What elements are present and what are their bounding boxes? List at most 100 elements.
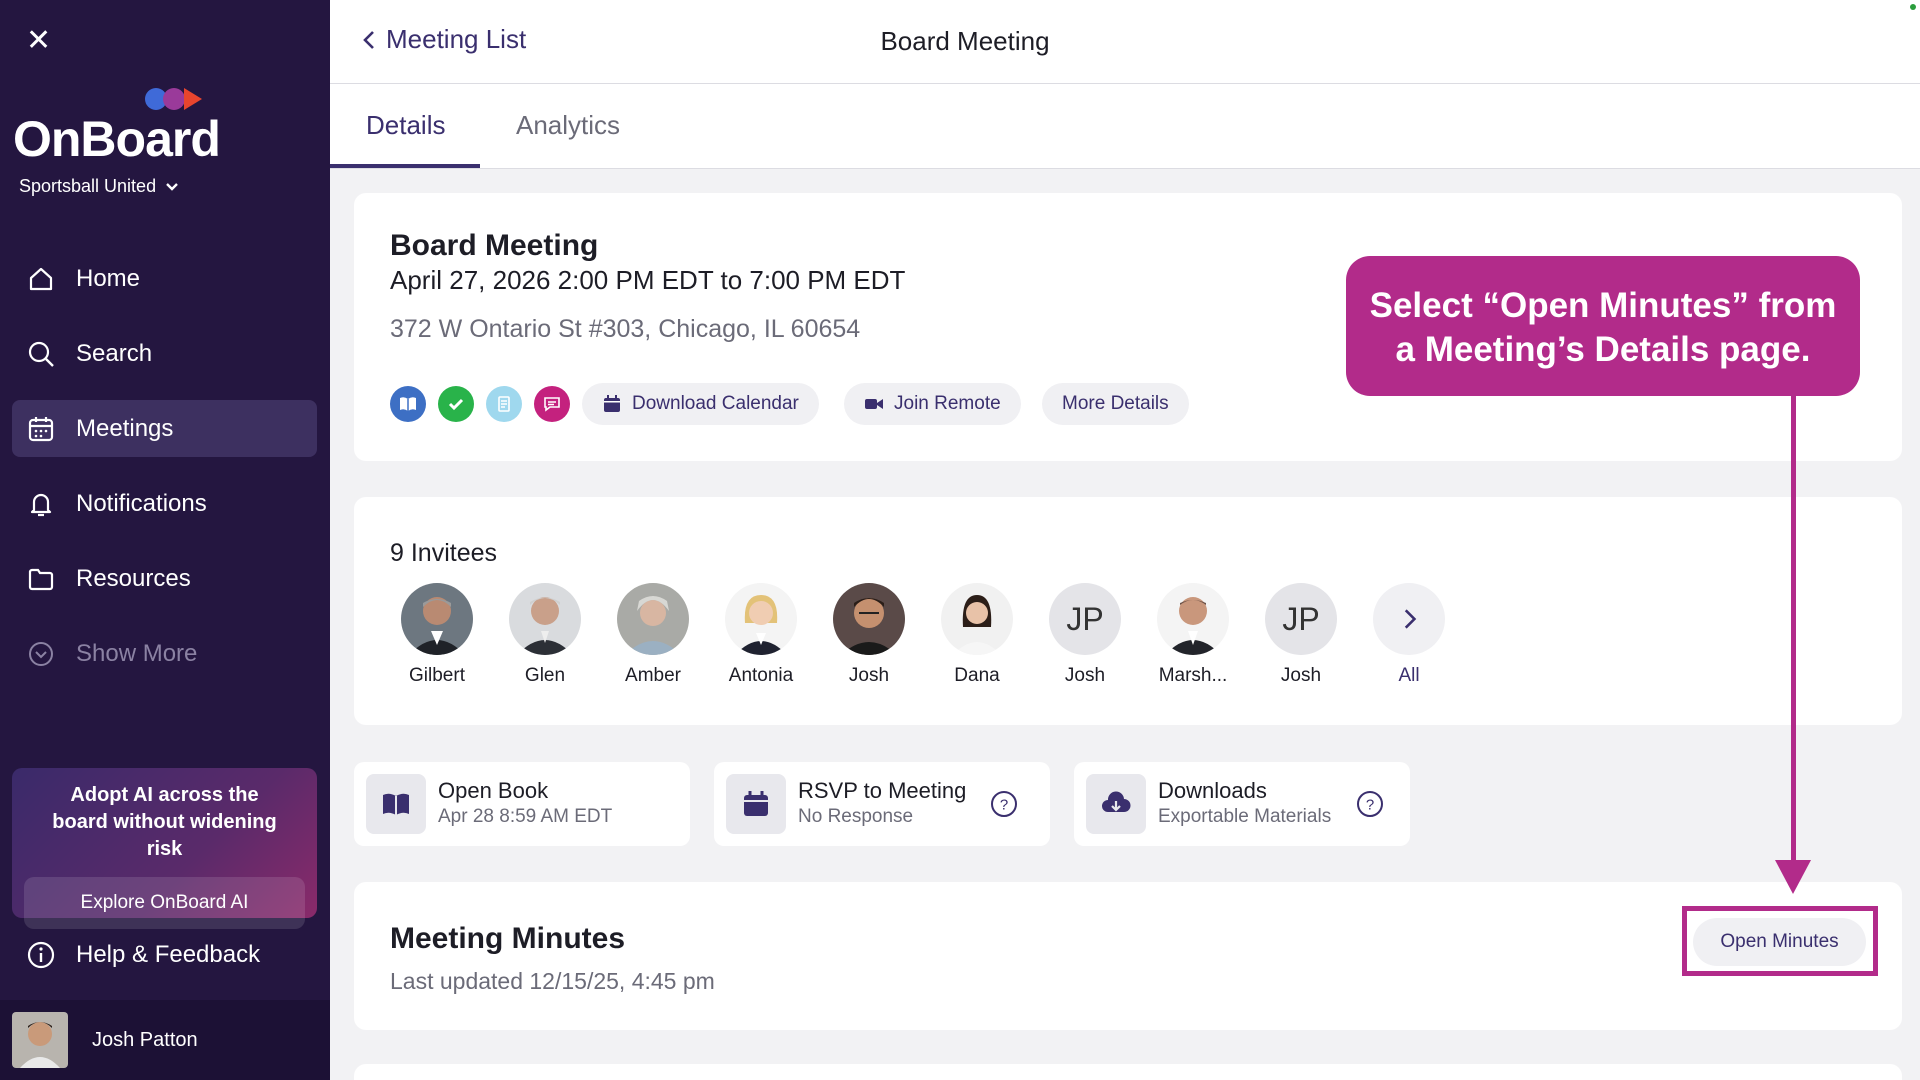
- invitee-name: Dana: [954, 665, 1000, 686]
- invitee-name: Gilbert: [409, 665, 465, 686]
- join-remote-label: Join Remote: [894, 393, 1001, 414]
- ai-promo-card: Adopt AI across the board without wideni…: [12, 768, 317, 929]
- sidebar-item-resources[interactable]: Resources: [12, 550, 317, 607]
- rsvp-card[interactable]: RSVP to Meeting No Response ?: [714, 762, 1050, 846]
- help-feedback-link[interactable]: Help & Feedback: [26, 940, 260, 970]
- help-question-icon[interactable]: ?: [1356, 790, 1384, 818]
- home-icon: [29, 267, 53, 290]
- invitee-glen[interactable]: Glen: [500, 583, 590, 687]
- active-tab-indicator: [330, 164, 480, 168]
- callout-line-2: a Meeting’s Details page.: [1395, 330, 1811, 369]
- invitee-josh[interactable]: Josh: [824, 583, 914, 687]
- meeting-minutes-card: Meeting Minutes Last updated 12/15/25, 4…: [354, 882, 1902, 1030]
- user-profile[interactable]: Josh Patton: [0, 1000, 330, 1080]
- avatar-initials: JP: [1049, 583, 1121, 655]
- sidebar-item-home[interactable]: Home: [12, 250, 317, 307]
- callout-arrow-head: [1775, 860, 1811, 894]
- invitees-all-button[interactable]: All: [1364, 583, 1454, 687]
- avatar: [401, 583, 473, 655]
- invitee-antonia[interactable]: Antonia: [716, 583, 806, 687]
- folder-icon: [28, 568, 54, 590]
- sidebar-item-meetings[interactable]: Meetings: [12, 400, 317, 457]
- avatar: [12, 1012, 68, 1068]
- org-name: Sportsball United: [19, 176, 157, 196]
- invitee-marsh[interactable]: Marsh...: [1148, 583, 1238, 687]
- meeting-address: 372 W Ontario St #303, Chicago, IL 60654: [390, 315, 861, 343]
- avatar: [617, 583, 689, 655]
- chevron-down-circle-icon: [29, 641, 53, 666]
- download-calendar-label: Download Calendar: [632, 393, 799, 414]
- close-icon[interactable]: ✕: [26, 26, 56, 56]
- calendar-icon: [604, 395, 620, 412]
- callout-arrow-line: [1791, 396, 1796, 866]
- calendar-icon: [28, 416, 54, 441]
- search-icon: [28, 341, 54, 367]
- invitee-name: Amber: [625, 665, 681, 686]
- downloads-card[interactable]: Downloads Exportable Materials ?: [1074, 762, 1410, 846]
- tab-analytics[interactable]: Analytics: [516, 110, 620, 141]
- invitee-name: Josh: [1280, 665, 1322, 686]
- quick-card-title: RSVP to Meeting: [798, 778, 967, 803]
- info-icon: [27, 941, 55, 969]
- invitee-dana[interactable]: Dana: [932, 583, 1022, 687]
- meeting-datetime: April 27, 2026 2:00 PM EDT to 7:00 PM ED…: [390, 265, 906, 295]
- open-minutes-button[interactable]: Open Minutes: [1693, 918, 1866, 966]
- status-icons: [390, 386, 570, 422]
- sidebar: ✕ OnBoard Sportsball United Home Search …: [0, 0, 330, 1080]
- sidebar-item-search[interactable]: Search: [12, 325, 317, 382]
- more-details-label: More Details: [1062, 393, 1169, 414]
- invitee-name: Marsh...: [1158, 665, 1228, 686]
- calendar-icon: [726, 774, 786, 834]
- more-details-button[interactable]: More Details: [1042, 383, 1189, 425]
- help-question-icon[interactable]: ?: [990, 790, 1018, 818]
- quick-card-subtitle: No Response: [798, 806, 914, 827]
- explore-ai-button[interactable]: Explore OnBoard AI: [24, 877, 305, 929]
- sidebar-item-label: Search: [76, 339, 153, 367]
- check-status-icon[interactable]: [438, 386, 474, 422]
- book-status-icon[interactable]: [390, 386, 426, 422]
- org-selector[interactable]: Sportsball United: [19, 176, 180, 197]
- chevron-right-icon: [1373, 583, 1445, 655]
- logo-mark-icon: [145, 88, 202, 110]
- avatar: [941, 583, 1013, 655]
- quick-card-title: Downloads: [1158, 778, 1267, 803]
- sidebar-item-label: Notifications: [76, 489, 207, 517]
- top-bar: Meeting List Board Meeting: [330, 0, 1920, 84]
- sidebar-item-show-more[interactable]: Show More: [12, 625, 317, 682]
- user-name: Josh Patton: [92, 1028, 198, 1051]
- avatar: [509, 583, 581, 655]
- bell-icon: [30, 493, 52, 516]
- video-camera-icon: [865, 399, 883, 409]
- comment-status-icon[interactable]: [534, 386, 570, 422]
- sidebar-item-label: Home: [76, 264, 141, 292]
- help-label: Help & Feedback: [76, 941, 261, 968]
- invitee-amber[interactable]: Amber: [608, 583, 698, 687]
- tab-bar: Details Analytics: [330, 84, 1920, 169]
- join-remote-button[interactable]: Join Remote: [844, 383, 1021, 425]
- invitee-name: Glen: [524, 665, 566, 686]
- quick-card-subtitle: Exportable Materials: [1158, 806, 1332, 827]
- download-calendar-button[interactable]: Download Calendar: [582, 383, 819, 425]
- cloud-download-icon: [1086, 774, 1146, 834]
- invitee-name: Antonia: [728, 665, 794, 686]
- open-book-card[interactable]: Open Book Apr 28 8:59 AM EDT: [354, 762, 690, 846]
- invitees-count: 9 Invitees: [390, 539, 498, 567]
- sidebar-item-label: Show More: [76, 639, 198, 667]
- sidebar-item-notifications[interactable]: Notifications: [12, 475, 317, 532]
- minutes-title: Meeting Minutes: [390, 922, 626, 955]
- tab-details[interactable]: Details: [366, 110, 445, 141]
- invitee-gilbert[interactable]: Gilbert: [392, 583, 482, 687]
- book-icon: [366, 774, 426, 834]
- minutes-last-updated: Last updated 12/15/25, 4:45 pm: [390, 968, 715, 994]
- invitee-josh-initials[interactable]: JP Josh: [1040, 583, 1130, 687]
- instruction-callout: Select “Open Minutes” from a Meeting’s D…: [1346, 256, 1860, 396]
- svg-text:?: ?: [1366, 797, 1374, 814]
- promo-text: Adopt AI across the board without wideni…: [52, 784, 277, 860]
- document-status-icon[interactable]: [486, 386, 522, 422]
- sidebar-nav: Home Search Meetings Notifications Resou…: [12, 250, 317, 700]
- avatar: [833, 583, 905, 655]
- page-title: Board Meeting: [330, 26, 1920, 57]
- callout-line-1: Select “Open Minutes” from: [1369, 286, 1837, 325]
- avatar-initials: JP: [1265, 583, 1337, 655]
- invitee-josh-initials-2[interactable]: JP Josh: [1256, 583, 1346, 687]
